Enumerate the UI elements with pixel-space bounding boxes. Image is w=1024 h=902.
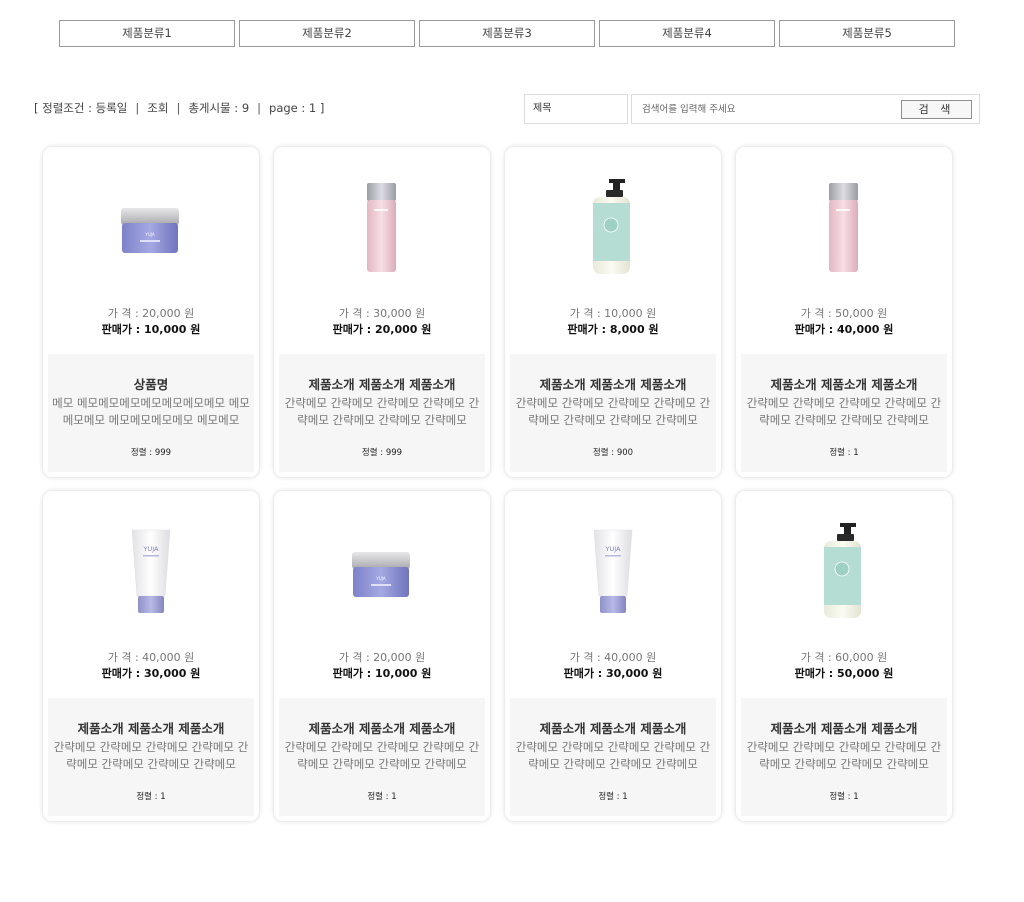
product-memo: 간략메모 간략메모 간략메모 간략메모 간략메모 간략메모 간략메모 간략메모 — [284, 396, 480, 427]
product-price: 가 격 : 10,000 원 — [569, 307, 657, 320]
product-info: 상품명메모 메모메모메모메모메모메모메모 메모메모메모 메모메모메모메모 메모메… — [48, 354, 254, 472]
category-tab-2[interactable]: 제품분류2 — [239, 20, 415, 47]
category-tabs: 제품분류1 제품분류2 제품분류3 제품분류4 제품분류5 — [59, 20, 955, 47]
product-card[interactable]: YUJA 가 격 : 20,000 원판매가 : 10,000 원상품명메모 메모… — [43, 147, 259, 477]
product-name[interactable]: 제품소개 제품소개 제품소개 — [56, 718, 246, 737]
svg-text:YUJA: YUJA — [605, 545, 622, 553]
product-memo: 간략메모 간략메모 간략메모 간략메모 간략메모 간략메모 간략메모 간략메모 — [746, 740, 942, 771]
product-sort-order: 정렬 : 1 — [829, 792, 859, 802]
product-name[interactable]: 제품소개 제품소개 제품소개 — [287, 718, 477, 737]
product-sale-price: 판매가 : 8,000 원 — [567, 323, 659, 336]
product-info: 제품소개 제품소개 제품소개간략메모 간략메모 간략메모 간략메모 간략메모 간… — [279, 354, 485, 472]
product-card[interactable]: YUJA 가 격 : 40,000 원판매가 : 30,000 원제품소개 제품소… — [43, 491, 259, 821]
product-info: 제품소개 제품소개 제품소개간략메모 간략메모 간략메모 간략메모 간략메모 간… — [279, 698, 485, 816]
product-memo: 간략메모 간략메모 간략메모 간략메모 간략메모 간략메모 간략메모 간략메모 — [515, 740, 711, 771]
product-memo: 간략메모 간략메모 간략메모 간략메모 간략메모 간략메모 간략메모 간략메모 — [746, 396, 942, 427]
category-tab-3[interactable]: 제품분류3 — [419, 20, 595, 47]
product-card[interactable]: 가 격 : 50,000 원판매가 : 40,000 원제품소개 제품소개 제품… — [736, 147, 952, 477]
product-card[interactable]: YUJA 가 격 : 40,000 원판매가 : 30,000 원제품소개 제품소… — [505, 491, 721, 821]
product-info: 제품소개 제품소개 제품소개간략메모 간략메모 간략메모 간략메모 간략메모 간… — [741, 698, 947, 816]
product-price: 가 격 : 60,000 원 — [800, 651, 888, 664]
product-image[interactable] — [736, 147, 952, 297]
product-info: 제품소개 제품소개 제품소개간략메모 간략메모 간략메모 간략메모 간략메모 간… — [510, 698, 716, 816]
product-sort-order: 정렬 : 1 — [136, 792, 166, 802]
product-sale-price: 판매가 : 30,000 원 — [101, 667, 201, 680]
product-memo: 간략메모 간략메모 간략메모 간략메모 간략메모 간략메모 간략메모 간략메모 — [284, 740, 480, 771]
product-image[interactable]: YUJA — [274, 491, 490, 641]
product-name[interactable]: 제품소개 제품소개 제품소개 — [518, 374, 708, 393]
product-sort-order: 정렬 : 1 — [367, 792, 397, 802]
separator: | — [257, 101, 262, 115]
product-memo: 간략메모 간략메모 간략메모 간략메모 간략메모 간략메모 간략메모 간략메모 — [515, 396, 711, 427]
product-image[interactable] — [505, 147, 721, 297]
product-price: 가 격 : 20,000 원 — [107, 307, 195, 320]
product-price: 가 격 : 40,000 원 — [569, 651, 657, 664]
product-sale-price: 판매가 : 10,000 원 — [101, 323, 201, 336]
product-sort-order: 정렬 : 999 — [361, 448, 403, 458]
search-input[interactable] — [632, 95, 900, 123]
product-name[interactable]: 제품소개 제품소개 제품소개 — [749, 374, 939, 393]
product-sort-order: 정렬 : 999 — [130, 448, 172, 458]
search-area: 제목 검 색 — [524, 94, 980, 124]
search-button[interactable]: 검 색 — [901, 100, 972, 119]
product-info: 제품소개 제품소개 제품소개간략메모 간략메모 간략메모 간략메모 간략메모 간… — [48, 698, 254, 816]
sort-info-bar: [ 정렬조건 : 등록일 | 조회 | 총게시물 : 9 | page : 1 ] — [34, 100, 324, 116]
category-tab-1[interactable]: 제품분류1 — [59, 20, 235, 47]
product-sort-order: 정렬 : 900 — [592, 448, 634, 458]
separator: | — [176, 101, 181, 115]
product-info: 제품소개 제품소개 제품소개간략메모 간략메모 간략메모 간략메모 간략메모 간… — [741, 354, 947, 472]
product-sort-order: 정렬 : 1 — [829, 448, 859, 458]
product-sale-price: 판매가 : 40,000 원 — [794, 323, 894, 336]
category-tab-4[interactable]: 제품분류4 — [599, 20, 775, 47]
product-name[interactable]: 상품명 — [56, 374, 246, 393]
product-memo: 간략메모 간략메모 간략메모 간략메모 간략메모 간략메모 간략메모 간략메모 — [53, 740, 249, 771]
product-price: 가 격 : 30,000 원 — [338, 307, 426, 320]
product-sale-price: 판매가 : 10,000 원 — [332, 667, 432, 680]
product-sort-order: 정렬 : 1 — [598, 792, 628, 802]
total-posts: 총게시물 : 9 — [188, 101, 250, 115]
product-image[interactable] — [736, 491, 952, 641]
svg-text:YUJA: YUJA — [375, 576, 385, 581]
product-card[interactable]: 가 격 : 10,000 원판매가 : 8,000 원제품소개 제품소개 제품소… — [505, 147, 721, 477]
search-field-select[interactable]: 제목 — [524, 94, 628, 124]
product-card[interactable]: 가 격 : 60,000 원판매가 : 50,000 원제품소개 제품소개 제품… — [736, 491, 952, 821]
product-name[interactable]: 제품소개 제품소개 제품소개 — [287, 374, 477, 393]
product-card[interactable]: 가 격 : 30,000 원판매가 : 20,000 원제품소개 제품소개 제품… — [274, 147, 490, 477]
product-price: 가 격 : 40,000 원 — [107, 651, 195, 664]
product-image[interactable]: YUJA — [43, 147, 259, 297]
product-card[interactable]: YUJA 가 격 : 20,000 원판매가 : 10,000 원제품소개 제품소… — [274, 491, 490, 821]
product-memo: 메모 메모메모메모메모메모메모메모 메모메모메모 메모메모메모메모 메모메모 — [52, 396, 250, 427]
sort-condition: [ 정렬조건 : 등록일 — [34, 101, 128, 115]
svg-text:YUJA: YUJA — [143, 545, 160, 553]
product-sale-price: 판매가 : 30,000 원 — [563, 667, 663, 680]
product-image[interactable]: YUJA — [505, 491, 721, 641]
product-name[interactable]: 제품소개 제품소개 제품소개 — [518, 718, 708, 737]
product-info: 제품소개 제품소개 제품소개간략메모 간략메모 간략메모 간략메모 간략메모 간… — [510, 354, 716, 472]
search-box: 검 색 — [631, 94, 980, 124]
product-sale-price: 판매가 : 50,000 원 — [794, 667, 894, 680]
product-image[interactable] — [274, 147, 490, 297]
svg-text:YUJA: YUJA — [144, 232, 154, 237]
query-link[interactable]: 조회 — [147, 101, 168, 115]
page-indicator: page : 1 ] — [269, 101, 325, 115]
separator: | — [135, 101, 140, 115]
product-sale-price: 판매가 : 20,000 원 — [332, 323, 432, 336]
product-image[interactable]: YUJA — [43, 491, 259, 641]
product-price: 가 격 : 50,000 원 — [800, 307, 888, 320]
category-tab-5[interactable]: 제품분류5 — [779, 20, 955, 47]
product-name[interactable]: 제품소개 제품소개 제품소개 — [749, 718, 939, 737]
product-price: 가 격 : 20,000 원 — [338, 651, 426, 664]
